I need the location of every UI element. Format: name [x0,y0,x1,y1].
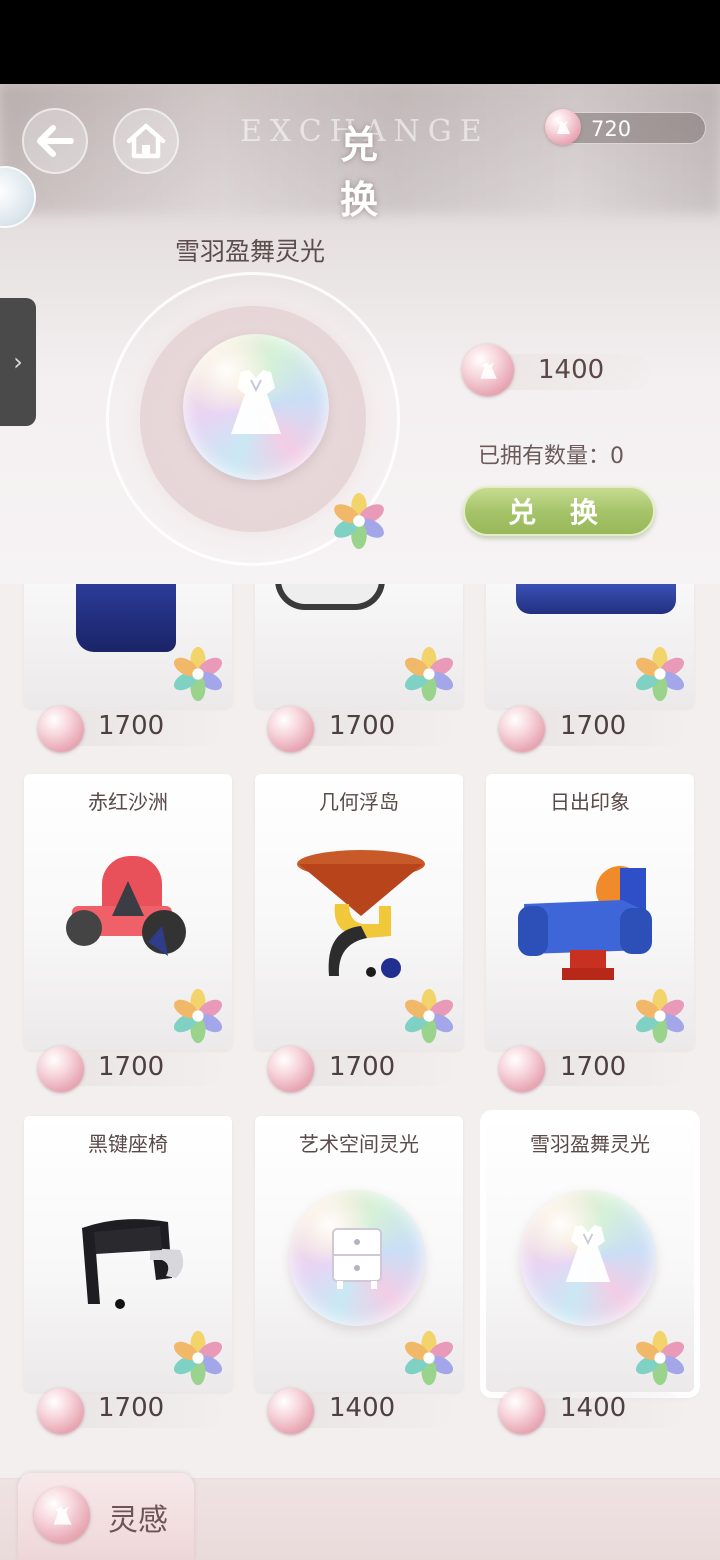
featured-price: 1400 [538,355,605,385]
rarity-flower-icon [635,1330,685,1386]
page-title: 兑 换 [339,123,390,222]
item-price: 1700 [98,1393,165,1423]
price-coin-icon [499,1388,545,1434]
item-card[interactable] [486,584,694,708]
item-image [289,1190,425,1326]
price-coin-icon [499,1046,545,1092]
cabinet-icon [332,1228,382,1289]
dress-icon [231,370,281,434]
side-expand-orb[interactable] [0,166,36,228]
rarity-flower-icon [635,646,685,702]
item-card[interactable]: 赤红沙洲 [24,774,232,1050]
item-price: 1700 [329,711,396,741]
currency-value: 720 [591,117,632,141]
price-coin-icon [268,706,314,752]
item-price: 1700 [560,711,627,741]
side-drawer-tab[interactable]: › [0,298,36,426]
item-price: 1700 [560,1052,627,1082]
price-coin-icon [38,1388,84,1434]
price-coin-icon [462,344,514,396]
rarity-flower-icon [173,988,223,1044]
back-arrow-icon [37,125,74,157]
item-name: 艺术空间灵光 [299,1132,419,1156]
bottom-bar: 灵感 [0,1473,720,1560]
rarity-flower-icon [334,492,384,550]
item-name: 几何浮岛 [319,790,399,814]
item-price: 1700 [98,711,165,741]
item-name: 黑键座椅 [88,1132,168,1156]
exchange-button[interactable]: 兑 换 [463,486,655,536]
rarity-flower-icon [404,646,454,702]
item-card[interactable] [255,584,463,708]
price-coin-icon [38,706,84,752]
rarity-flower-icon [173,1330,223,1386]
item-card-selected[interactable]: 雪羽盈舞灵光 [486,1116,694,1392]
dress-icon [565,1225,611,1282]
item-image [76,584,176,652]
price-coin-icon [499,706,545,752]
item-image [82,1219,184,1309]
featured-item-image [183,334,329,480]
item-price: 1400 [560,1393,627,1423]
item-image [66,856,186,956]
rarity-flower-icon [635,988,685,1044]
inspiration-tab-label: 灵感 [108,1503,168,1538]
item-card[interactable]: 黑键座椅 [24,1116,232,1392]
item-name: 赤红沙洲 [88,790,168,814]
owned-count: 已拥有数量：0 [478,444,624,469]
rarity-flower-icon [404,1330,454,1386]
price-coin-icon [38,1046,84,1092]
home-icon [126,123,166,159]
inspiration-coin-icon [545,109,581,145]
currency-display: 720 [545,109,706,145]
item-image [297,850,425,978]
back-button[interactable] [22,108,88,174]
home-button[interactable] [113,108,179,174]
item-name: 日出印象 [550,790,630,814]
inspiration-coin-icon [34,1487,90,1543]
item-price: 1700 [329,1052,396,1082]
item-name: 雪羽盈舞灵光 [530,1132,650,1156]
item-card[interactable]: 日出印象 [486,774,694,1050]
item-image [518,866,652,980]
rarity-flower-icon [404,988,454,1044]
item-image [520,1190,656,1326]
price-coin-icon [268,1046,314,1092]
item-card[interactable]: 几何浮岛 [255,774,463,1050]
item-card[interactable]: 艺术空间灵光 [255,1116,463,1392]
status-bar [0,0,720,84]
item-image [275,584,385,610]
chevron-right-icon: › [13,348,23,376]
item-image [516,584,676,614]
rarity-flower-icon [173,646,223,702]
featured-item-name: 雪羽盈舞灵光 [175,237,326,266]
item-price: 1400 [329,1393,396,1423]
item-price: 1700 [98,1052,165,1082]
price-coin-icon [268,1388,314,1434]
item-grid: 1700 1700 1700 赤红沙洲 几何浮岛 日出印象 1700 1700 … [0,584,720,1476]
inspiration-tab[interactable]: 灵感 [18,1473,194,1560]
item-card[interactable] [24,584,232,708]
header-area: EXCHANGE 兑 换 720 › 雪羽盈舞灵光 1400 已拥有数量：0 兑… [0,84,720,584]
